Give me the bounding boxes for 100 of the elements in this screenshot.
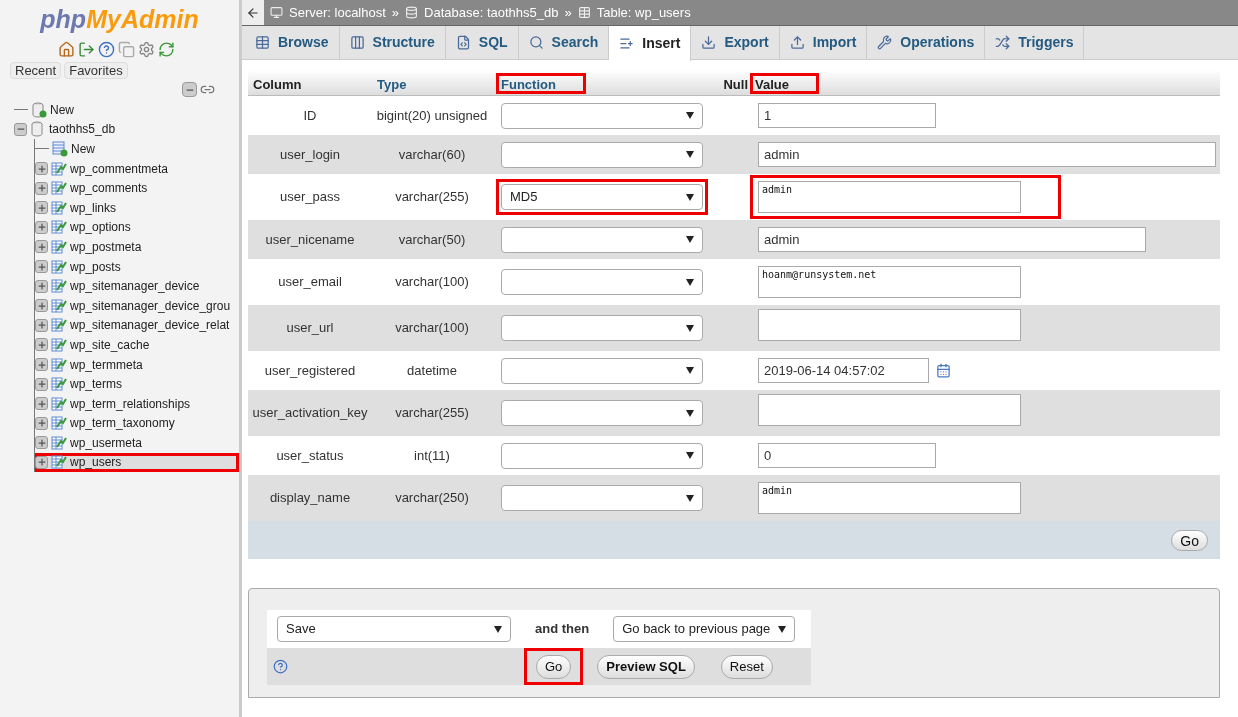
search-icon xyxy=(528,35,544,50)
tree-item[interactable]: wp_term_taxonomy xyxy=(35,413,239,434)
dropdown[interactable] xyxy=(501,226,703,253)
expand-icon[interactable] xyxy=(35,240,48,254)
tree-item[interactable]: wp_sitemanager_device xyxy=(35,276,239,296)
text-area[interactable] xyxy=(758,394,1021,427)
text-area[interactable]: admin xyxy=(758,482,1021,514)
column-type: int(11) xyxy=(414,446,450,465)
documents-icon[interactable] xyxy=(118,41,135,58)
form-button[interactable]: Go xyxy=(536,654,572,679)
tab[interactable]: Insert xyxy=(609,26,692,61)
dropdown[interactable]: MD5 xyxy=(501,184,703,210)
dropdown[interactable] xyxy=(501,442,703,469)
panel-button[interactable]: Favorites xyxy=(64,62,128,79)
expand-icon[interactable] xyxy=(35,377,48,391)
expand-icon[interactable] xyxy=(35,220,48,234)
date-field[interactable]: 2019-06-14 04:57:02 xyxy=(758,358,929,383)
tree-item[interactable]: wp_commentmeta xyxy=(35,158,239,179)
expand-icon[interactable] xyxy=(35,338,48,352)
tab[interactable]: Triggers xyxy=(985,26,1085,59)
settings-icon[interactable] xyxy=(138,41,155,58)
table-icon xyxy=(51,395,67,412)
caret-icon xyxy=(686,367,694,374)
tab[interactable]: Import xyxy=(779,26,868,59)
tree-item[interactable]: taothhs5_db xyxy=(0,119,239,140)
expand-icon[interactable] xyxy=(35,436,48,450)
dropdown[interactable] xyxy=(501,269,703,295)
expand-icon[interactable] xyxy=(35,318,48,332)
tab[interactable]: Structure xyxy=(339,26,446,59)
input-field[interactable]: admin xyxy=(758,142,1216,167)
input-field[interactable]: admin xyxy=(758,227,1146,252)
tab[interactable]: Operations xyxy=(867,26,986,59)
expand-icon[interactable] xyxy=(35,416,48,430)
selected-tree-item[interactable]: wp_users xyxy=(35,452,239,473)
dropdown[interactable] xyxy=(501,141,703,168)
input-field[interactable]: 1 xyxy=(758,103,936,128)
expand-icon[interactable] xyxy=(35,162,48,176)
operations-icon xyxy=(877,35,893,50)
tree-item[interactable]: wp_postmeta xyxy=(35,237,239,257)
dropdown[interactable] xyxy=(501,485,703,511)
tab[interactable]: Export xyxy=(691,26,780,59)
dropdown[interactable]: Go back to previous page xyxy=(613,616,796,642)
tree-item[interactable]: wp_options xyxy=(35,217,239,238)
column-header: Function xyxy=(496,72,586,94)
breadcrumb-link[interactable]: Table: wp_users xyxy=(596,2,691,23)
tree-item[interactable]: wp_termmeta xyxy=(35,354,239,375)
expand-icon[interactable] xyxy=(35,456,48,469)
dropdown[interactable] xyxy=(501,400,703,426)
tree-item[interactable]: New xyxy=(0,100,239,120)
database-icon xyxy=(30,121,46,138)
collapse-all-icon[interactable] xyxy=(182,82,197,97)
help-icon[interactable] xyxy=(273,659,288,674)
expand-icon[interactable] xyxy=(35,279,48,293)
back-button[interactable] xyxy=(242,0,264,25)
new-table-icon xyxy=(52,141,68,157)
dropdown[interactable] xyxy=(501,315,703,341)
reload-icon[interactable] xyxy=(158,41,175,58)
text-area[interactable]: admin xyxy=(758,181,1021,213)
expand-icon[interactable] xyxy=(35,358,48,371)
tab[interactable]: Browse xyxy=(245,26,340,59)
text-area[interactable] xyxy=(758,309,1021,342)
form-button[interactable]: Reset xyxy=(720,654,773,679)
column-header: Null xyxy=(722,75,749,94)
home-icon[interactable] xyxy=(58,41,75,58)
help-icon[interactable] xyxy=(98,41,115,58)
tree-item[interactable]: wp_sitemanager_device_grou xyxy=(35,295,239,316)
structure-icon xyxy=(349,35,365,50)
logo[interactable]: phpMyAdmin xyxy=(0,0,239,34)
column-header: Value xyxy=(750,72,819,94)
input-field[interactable]: 0 xyxy=(758,443,936,468)
sql-icon xyxy=(455,35,471,50)
tree-item[interactable]: wp_sitemanager_device_relat xyxy=(35,315,239,336)
collapse-icon[interactable] xyxy=(14,122,27,136)
dropdown[interactable] xyxy=(501,102,703,129)
expand-icon[interactable] xyxy=(35,201,48,215)
tab[interactable]: SQL xyxy=(445,26,519,59)
calendar-icon[interactable] xyxy=(936,363,951,378)
tree-item[interactable]: wp_site_cache xyxy=(35,335,239,355)
database-icon xyxy=(405,6,419,19)
breadcrumb-link[interactable]: Server: localhost xyxy=(289,2,386,23)
expand-icon[interactable] xyxy=(35,397,48,411)
text-area[interactable]: hoanm@runsystem.net xyxy=(758,266,1021,298)
dropdown[interactable]: Save xyxy=(277,616,511,642)
dropdown[interactable] xyxy=(501,357,703,384)
table-icon xyxy=(51,454,67,471)
breadcrumb-link[interactable]: Database: taothhs5_db xyxy=(424,2,559,23)
panel-button[interactable]: Recent xyxy=(10,62,62,79)
tree-item[interactable]: wp_term_relationships xyxy=(35,393,239,414)
form-button[interactable]: Preview SQL xyxy=(597,654,695,679)
tree-item[interactable]: New xyxy=(35,139,239,159)
tree-item[interactable]: wp_terms xyxy=(35,374,239,394)
expand-icon[interactable] xyxy=(35,181,48,195)
tree-item[interactable]: wp_links xyxy=(35,197,239,218)
tree-item[interactable]: wp_posts xyxy=(35,256,239,277)
exit-icon[interactable] xyxy=(78,41,95,58)
tree-item[interactable]: wp_usermeta xyxy=(35,433,239,453)
expand-icon[interactable] xyxy=(35,260,48,274)
expand-icon[interactable] xyxy=(35,299,48,313)
tree-item[interactable]: wp_comments xyxy=(35,178,239,198)
go-button[interactable]: Go xyxy=(1171,529,1208,551)
